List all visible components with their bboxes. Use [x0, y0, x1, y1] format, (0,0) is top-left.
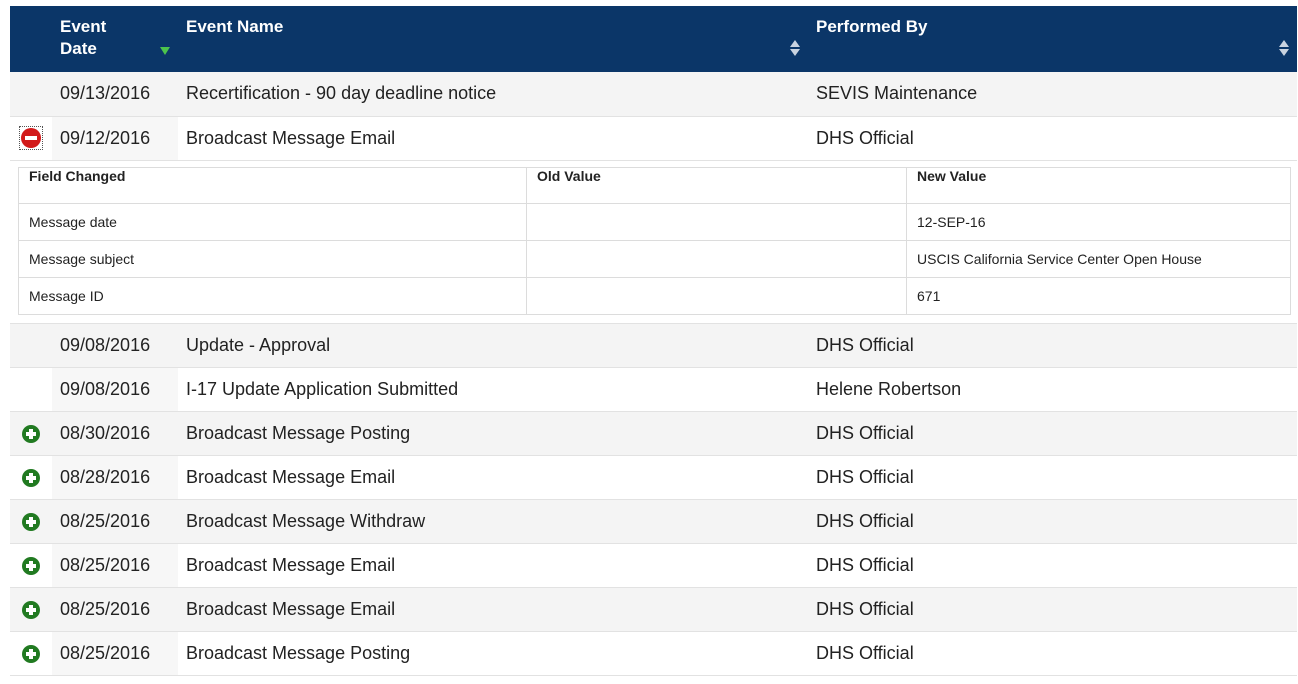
field-changes-table: Field Changed Old Value New Value Messag…	[18, 166, 1291, 315]
performed-by-cell: DHS Official	[808, 631, 1297, 676]
event-date-cell: 08/28/2016	[52, 455, 178, 500]
table-row[interactable]: 08/25/2016 Broadcast Message Posting DHS…	[10, 631, 1297, 676]
event-name-cell: Broadcast Message Withdraw	[178, 499, 808, 544]
row-toggle-cell[interactable]	[10, 116, 52, 161]
expand-icon[interactable]	[22, 512, 40, 531]
table-row[interactable]: 09/13/2016 Recertification - 90 day dead…	[10, 72, 1297, 117]
performed-by-cell: Helene Robertson	[808, 367, 1297, 412]
event-date-header-label: Event Date	[60, 17, 107, 58]
event-history-grid: Event Date Event Name Performed By 09/13…	[10, 6, 1297, 676]
field-change-row: Message ID 671	[18, 276, 1291, 315]
row-toggle-cell[interactable]	[10, 499, 52, 544]
table-row[interactable]: 09/08/2016 I-17 Update Application Submi…	[10, 367, 1297, 412]
event-name-cell: Broadcast Message Email	[178, 455, 808, 500]
field-change-row: Message subject USCIS California Service…	[18, 239, 1291, 278]
event-date-cell: 09/08/2016	[52, 367, 178, 412]
expand-icon[interactable]	[22, 556, 40, 575]
table-row[interactable]: 08/30/2016 Broadcast Message Posting DHS…	[10, 411, 1297, 456]
performed-by-column-header[interactable]: Performed By	[808, 6, 1297, 72]
event-date-cell: 08/25/2016	[52, 499, 178, 544]
field-changed-cell: Message ID	[18, 276, 527, 315]
table-row[interactable]: 08/28/2016 Broadcast Message Email DHS O…	[10, 455, 1297, 500]
performed-by-cell: DHS Official	[808, 543, 1297, 588]
event-date-cell: 09/13/2016	[52, 72, 178, 117]
event-name-header-label: Event Name	[186, 17, 284, 36]
event-date-cell: 08/25/2016	[52, 543, 178, 588]
row-toggle-cell[interactable]	[10, 411, 52, 456]
old-value-header: Old Value	[526, 166, 907, 204]
row-detail-panel: Field Changed Old Value New Value Messag…	[10, 160, 1297, 324]
old-value-cell	[526, 276, 907, 315]
row-detail-cell: Field Changed Old Value New Value Messag…	[10, 160, 1297, 324]
event-name-cell: I-17 Update Application Submitted	[178, 367, 808, 412]
performed-by-cell: DHS Official	[808, 587, 1297, 632]
table-row[interactable]: 08/25/2016 Broadcast Message Email DHS O…	[10, 543, 1297, 588]
event-name-cell: Broadcast Message Email	[178, 587, 808, 632]
performed-by-cell: DHS Official	[808, 499, 1297, 544]
expand-icon[interactable]	[22, 644, 40, 663]
event-name-cell: Broadcast Message Posting	[178, 631, 808, 676]
field-changed-cell: Message date	[18, 202, 527, 241]
performed-by-cell: DHS Official	[808, 323, 1297, 368]
field-change-row: Message date 12-SEP-16	[18, 202, 1291, 241]
field-changes-header-row: Field Changed Old Value New Value	[18, 166, 1291, 204]
row-toggle-cell	[10, 323, 52, 368]
expand-icon[interactable]	[22, 424, 40, 443]
row-toggle-cell[interactable]	[10, 587, 52, 632]
performed-by-cell: DHS Official	[808, 116, 1297, 161]
new-value-cell: 671	[906, 276, 1291, 315]
event-date-cell: 08/25/2016	[52, 631, 178, 676]
collapse-row-button[interactable]	[19, 126, 43, 150]
event-name-cell: Broadcast Message Email	[178, 116, 808, 161]
row-toggle-cell[interactable]	[10, 631, 52, 676]
table-row[interactable]: 09/08/2016 Update - Approval DHS Officia…	[10, 323, 1297, 368]
row-toggle-cell	[10, 72, 52, 117]
row-toggle-cell[interactable]	[10, 543, 52, 588]
performed-by-cell: DHS Official	[808, 411, 1297, 456]
table-header-row: Event Date Event Name Performed By	[10, 6, 1297, 72]
event-date-cell: 09/08/2016	[52, 323, 178, 368]
event-history-table: Event Date Event Name Performed By 09/13…	[10, 6, 1297, 676]
event-date-column-header[interactable]: Event Date	[52, 6, 178, 72]
collapse-icon	[21, 128, 41, 148]
performed-by-header-label: Performed By	[816, 17, 928, 36]
event-date-cell: 08/30/2016	[52, 411, 178, 456]
event-date-cell: 09/12/2016	[52, 116, 178, 161]
row-toggle-cell[interactable]	[10, 455, 52, 500]
sort-descending-icon	[160, 47, 170, 55]
event-name-cell: Recertification - 90 day deadline notice	[178, 72, 808, 117]
expand-icon[interactable]	[22, 600, 40, 619]
expand-icon[interactable]	[22, 468, 40, 487]
event-name-column-header[interactable]: Event Name	[178, 6, 808, 72]
table-row[interactable]: 08/25/2016 Broadcast Message Email DHS O…	[10, 587, 1297, 632]
sort-icon	[1279, 40, 1289, 56]
new-value-header: New Value	[906, 166, 1291, 204]
old-value-cell	[526, 239, 907, 278]
performed-by-cell: DHS Official	[808, 455, 1297, 500]
sort-icon	[790, 40, 800, 56]
row-toggle-cell	[10, 367, 52, 412]
toggle-column-header	[10, 6, 52, 72]
performed-by-cell: SEVIS Maintenance	[808, 72, 1297, 117]
field-changed-cell: Message subject	[18, 239, 527, 278]
new-value-cell: 12-SEP-16	[906, 202, 1291, 241]
field-changed-header: Field Changed	[18, 166, 527, 204]
new-value-cell: USCIS California Service Center Open Hou…	[906, 239, 1291, 278]
event-date-cell: 08/25/2016	[52, 587, 178, 632]
event-name-cell: Broadcast Message Email	[178, 543, 808, 588]
table-row[interactable]: 09/12/2016 Broadcast Message Email DHS O…	[10, 116, 1297, 161]
table-row[interactable]: 08/25/2016 Broadcast Message Withdraw DH…	[10, 499, 1297, 544]
event-name-cell: Update - Approval	[178, 323, 808, 368]
old-value-cell	[526, 202, 907, 241]
event-name-cell: Broadcast Message Posting	[178, 411, 808, 456]
